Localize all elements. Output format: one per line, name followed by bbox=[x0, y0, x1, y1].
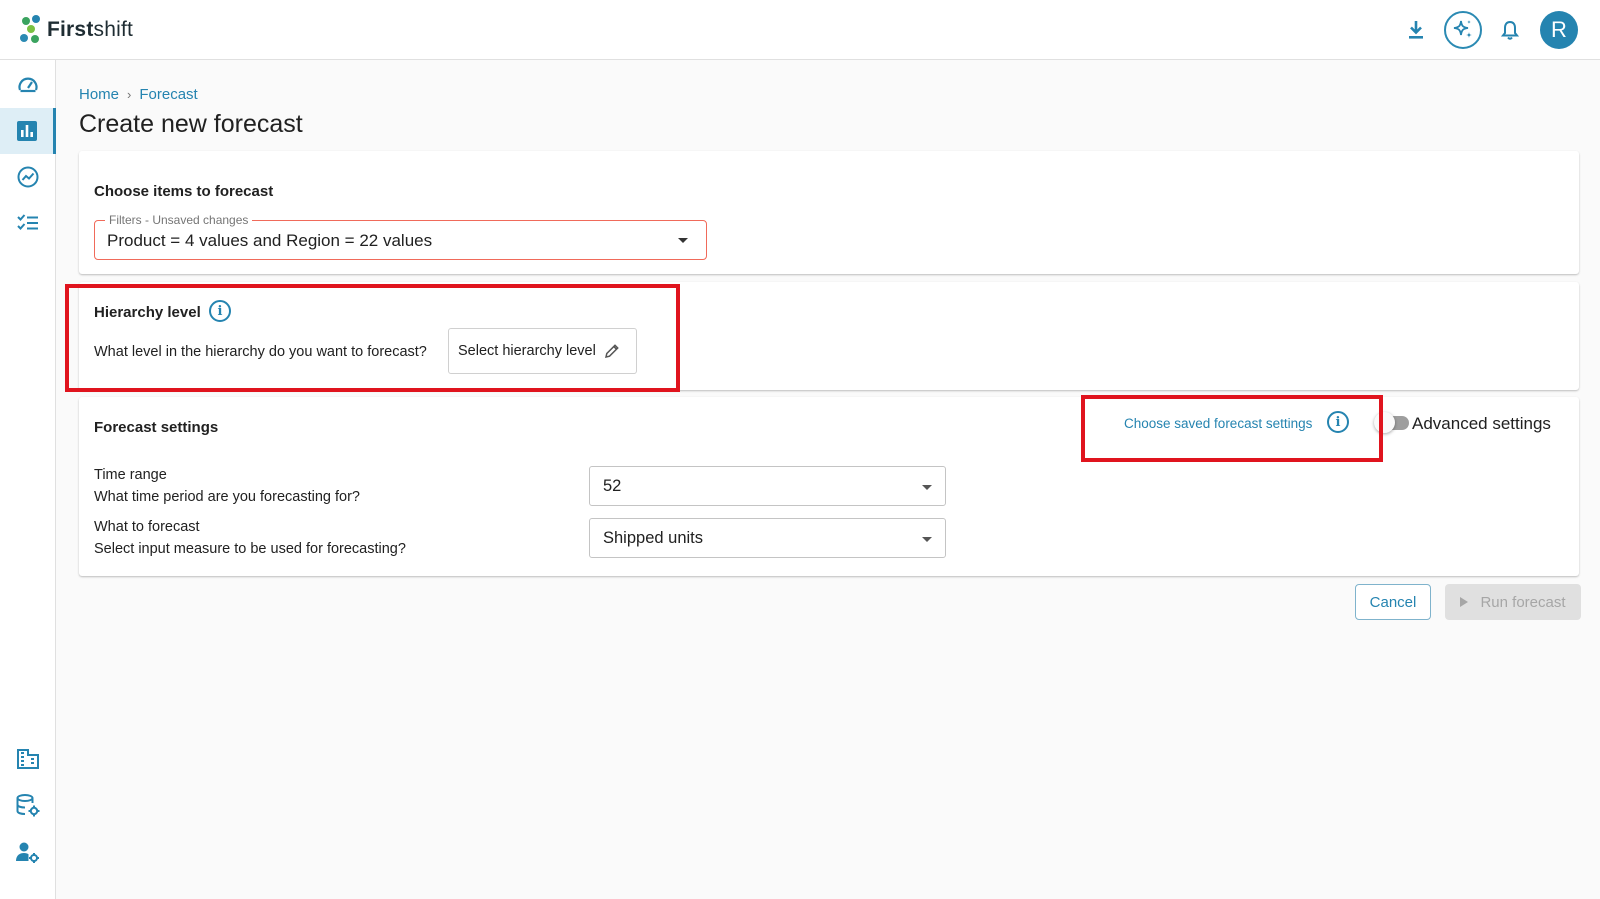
page-title: Create new forecast bbox=[79, 110, 303, 138]
trend-icon[interactable] bbox=[0, 154, 56, 200]
time-range-value: 52 bbox=[603, 477, 622, 495]
filters-value: Product = 4 values and Region = 22 value… bbox=[107, 231, 433, 250]
advanced-settings-label: Advanced settings bbox=[1412, 414, 1551, 433]
filters-legend: Filters - Unsaved changes bbox=[105, 213, 253, 227]
breadcrumb-home-link[interactable]: Home bbox=[79, 86, 119, 103]
choose-items-card: Choose items to forecast Filters - Unsav… bbox=[79, 151, 1579, 274]
database-settings-icon[interactable] bbox=[0, 783, 56, 829]
organization-icon[interactable] bbox=[0, 736, 56, 782]
dashboard-icon[interactable] bbox=[0, 62, 56, 108]
breadcrumb-forecast-link[interactable]: Forecast bbox=[139, 86, 197, 103]
filters-select[interactable]: Filters - Unsaved changes Product = 4 va… bbox=[94, 213, 707, 260]
highlight-box-saved-settings bbox=[1081, 395, 1383, 462]
chevron-down-icon bbox=[678, 238, 688, 243]
ai-sparkle-icon bbox=[1444, 11, 1482, 49]
chevron-down-icon bbox=[922, 537, 932, 542]
measure-label: What to forecast bbox=[94, 519, 200, 535]
chevron-down-icon bbox=[922, 485, 932, 490]
run-forecast-button[interactable]: Run forecast bbox=[1445, 584, 1581, 620]
logo-text-bold: First bbox=[47, 18, 94, 41]
checklist-icon[interactable] bbox=[0, 200, 56, 246]
forecast-settings-title: Forecast settings bbox=[94, 419, 219, 436]
ai-assistant-button[interactable] bbox=[1443, 10, 1483, 50]
sidebar-nav bbox=[0, 60, 56, 899]
time-range-select[interactable]: 52 bbox=[589, 466, 946, 506]
firstshift-logo[interactable]: Firstshift bbox=[20, 14, 133, 46]
logo-text-light: shift bbox=[93, 18, 134, 41]
time-range-label: Time range bbox=[94, 467, 167, 483]
choose-items-title: Choose items to forecast bbox=[94, 183, 274, 200]
logo-mark-icon bbox=[20, 15, 42, 45]
run-forecast-label: Run forecast bbox=[1480, 593, 1566, 611]
play-icon bbox=[1460, 597, 1469, 607]
download-icon[interactable] bbox=[1396, 10, 1436, 50]
measure-value: Shipped units bbox=[603, 529, 703, 547]
forecast-chart-icon[interactable] bbox=[0, 108, 56, 154]
breadcrumb: Home › Forecast bbox=[79, 86, 198, 103]
bell-icon[interactable] bbox=[1490, 10, 1530, 50]
top-app-bar: Firstshift R bbox=[0, 0, 1600, 60]
measure-question: Select input measure to be used for fore… bbox=[94, 541, 406, 557]
measure-select[interactable]: Shipped units bbox=[589, 518, 946, 558]
cancel-button[interactable]: Cancel bbox=[1355, 584, 1431, 620]
advanced-settings-toggle[interactable] bbox=[1374, 412, 1409, 433]
user-settings-icon[interactable] bbox=[0, 830, 56, 876]
highlight-box-hierarchy bbox=[65, 284, 680, 392]
time-range-question: What time period are you forecasting for… bbox=[94, 489, 360, 505]
header-actions: R bbox=[1389, 10, 1578, 50]
breadcrumb-separator: › bbox=[127, 87, 132, 102]
avatar[interactable]: R bbox=[1540, 11, 1578, 49]
